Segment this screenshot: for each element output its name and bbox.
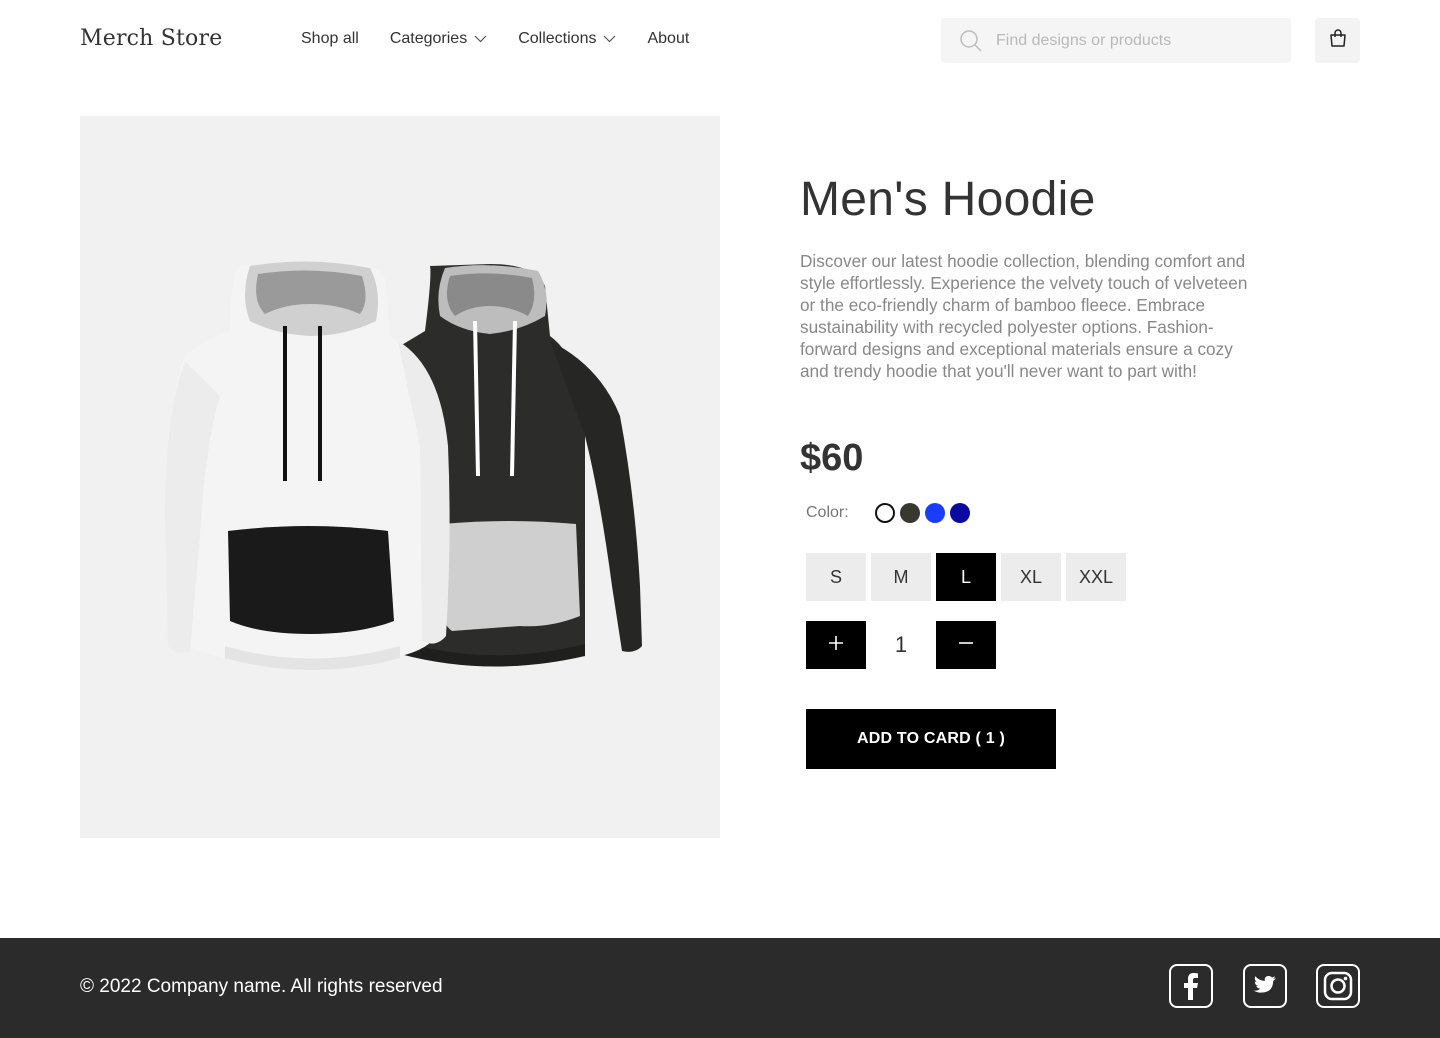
search-bar (941, 18, 1291, 63)
main-nav: Shop all Categories Collections About (301, 30, 720, 48)
color-label: Color: (806, 504, 849, 521)
size-option-xxl[interactable]: XXL (1066, 553, 1126, 601)
product-title: Men's Hoodie (800, 173, 1096, 226)
chevron-down-icon (474, 35, 487, 43)
store-logo[interactable]: Merch Store (80, 26, 222, 51)
size-option-xl[interactable]: XL (1001, 553, 1061, 601)
nav-about-label: About (647, 30, 690, 47)
quantity-stepper: 1 (806, 621, 996, 669)
site-footer: © 2022 Company name. All rights reserved (0, 938, 1440, 1038)
search-icon[interactable] (959, 29, 983, 58)
product-price: $60 (800, 437, 864, 479)
instagram-icon (1316, 963, 1360, 1013)
shopping-bag-icon (1328, 28, 1348, 53)
nav-collections-label: Collections (518, 30, 597, 47)
product-description: Discover our latest hoodie collection, b… (800, 251, 1248, 381)
product-image (80, 116, 720, 838)
twitter-link[interactable] (1243, 963, 1287, 1013)
color-swatch-navy[interactable] (949, 503, 970, 523)
decrease-quantity-button[interactable] (936, 621, 996, 669)
size-option-l[interactable]: L (936, 553, 996, 601)
copyright-text: © 2022 Company name. All rights reserved (80, 976, 443, 997)
nav-categories-label: Categories (389, 30, 468, 47)
nav-categories[interactable]: Categories (390, 30, 487, 48)
hoodies-illustration (165, 261, 642, 670)
size-option-s[interactable]: S (806, 553, 866, 601)
nav-about[interactable]: About (647, 30, 689, 48)
site-header: Merch Store Shop all Categories Collecti… (0, 0, 1440, 82)
facebook-link[interactable] (1169, 963, 1213, 1013)
increase-quantity-button[interactable] (806, 621, 866, 669)
color-swatch-blue[interactable] (924, 503, 945, 523)
add-to-cart-button[interactable]: ADD TO CARD ( 1 ) (806, 709, 1056, 769)
white-hoodie (165, 261, 450, 670)
instagram-link[interactable] (1316, 963, 1360, 1013)
size-selector: S M L XL XXL (806, 553, 1131, 601)
color-swatch-dark-gray[interactable] (899, 503, 920, 523)
plus-icon (828, 635, 844, 656)
color-swatch-white[interactable] (874, 503, 895, 523)
chevron-down-icon (603, 35, 616, 43)
twitter-icon (1243, 963, 1287, 1013)
nav-shop-all-label: Shop all (301, 30, 359, 47)
cart-button[interactable] (1315, 18, 1360, 63)
minus-icon (958, 635, 974, 656)
nav-shop-all[interactable]: Shop all (301, 30, 359, 48)
nav-collections[interactable]: Collections (518, 30, 616, 48)
search-input[interactable] (996, 18, 1276, 63)
facebook-icon (1169, 963, 1213, 1013)
color-selector: Color: (806, 503, 975, 523)
size-option-m[interactable]: M (871, 553, 931, 601)
quantity-value: 1 (894, 632, 908, 657)
